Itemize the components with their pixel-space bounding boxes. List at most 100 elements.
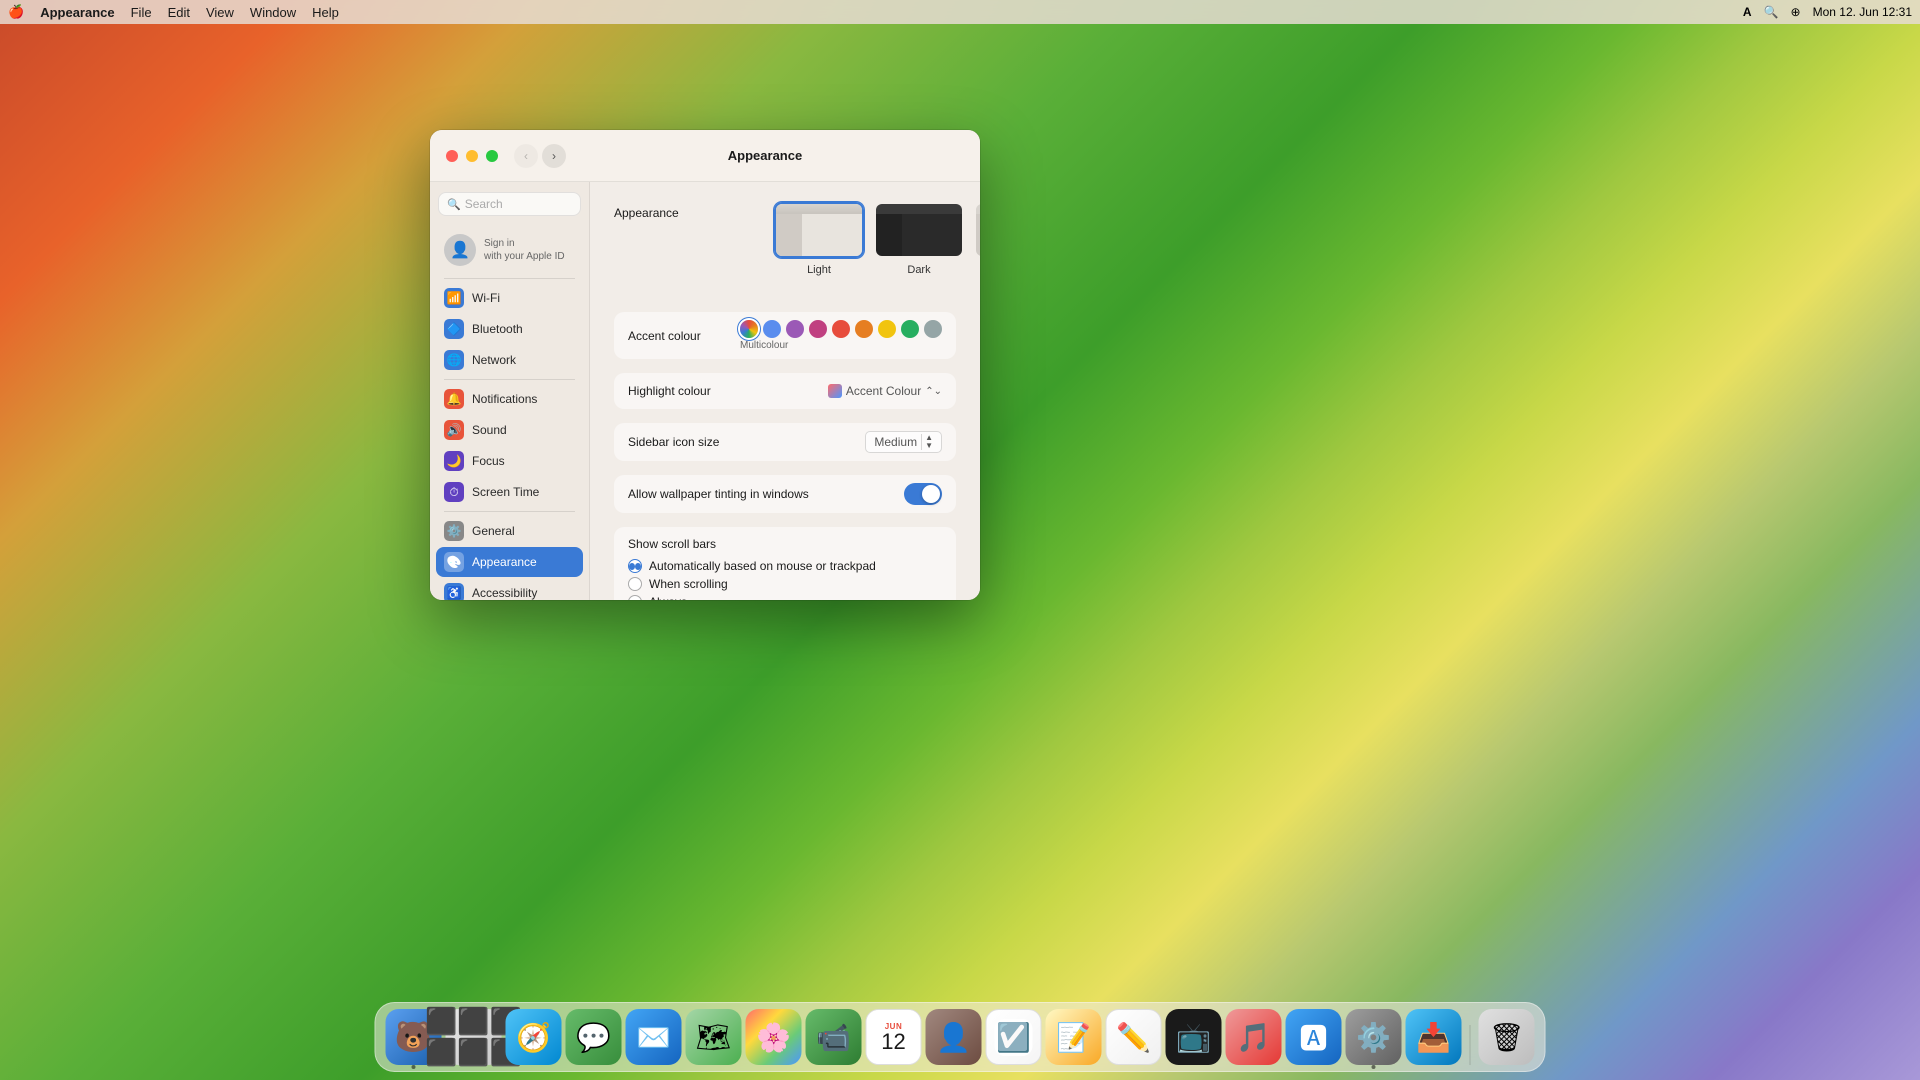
control-center-icon[interactable]: ⊕ [1791, 5, 1801, 19]
search-icon[interactable]: 🔍 [1764, 5, 1779, 19]
menu-view[interactable]: View [206, 5, 234, 20]
sidebar-item-sound[interactable]: 🔊 Sound [436, 415, 583, 445]
menu-window[interactable]: Window [250, 5, 296, 20]
app-name[interactable]: Appearance [40, 5, 114, 20]
yoink-icon: 📥 [1416, 1021, 1451, 1054]
dock: 🐻 ⬛⬛⬛⬛⬛⬛ 🧭 💬 ✉️ 🗺 🌸 📹 JUN 12 👤 ☑️ 📝 ✏️ [375, 1002, 1546, 1072]
scrollbars-radio-group: Automatically based on mouse or trackpad… [628, 559, 876, 600]
dock-item-music[interactable]: 🎵 [1226, 1009, 1282, 1065]
highlight-colour-group: Highlight colour Accent Colour ⌃⌄ [614, 373, 956, 409]
dock-item-reminders[interactable]: ☑️ [986, 1009, 1042, 1065]
main-content: Appearance Light [590, 182, 980, 600]
sidebar-item-apple-id[interactable]: 👤 Sign in with your Apple ID [436, 226, 583, 274]
dock-item-contacts[interactable]: 👤 [926, 1009, 982, 1065]
sidebar-item-general[interactable]: ⚙️ General [436, 516, 583, 546]
appearance-option-light[interactable]: Light [774, 202, 864, 276]
dock-item-photos[interactable]: 🌸 [746, 1009, 802, 1065]
dock-item-appstore[interactable]: 🅰 [1286, 1009, 1342, 1065]
accent-dot-red[interactable] [832, 320, 850, 338]
sidebar-item-screentime[interactable]: ⏱ Screen Time [436, 477, 583, 507]
appearance-option-dark[interactable]: Dark [874, 202, 964, 276]
dock-item-yoink[interactable]: 📥 [1406, 1009, 1462, 1065]
screentime-icon: ⏱ [444, 482, 464, 502]
appearance-option-auto[interactable]: Auto [974, 202, 980, 276]
system-settings-window: ‹ › Appearance 🔍 👤 Sign in with your App… [430, 130, 980, 600]
minimize-button[interactable] [466, 150, 478, 162]
accent-dot-blue[interactable] [763, 320, 781, 338]
sidebar-icon-size-value[interactable]: Medium ▲ ▼ [865, 431, 942, 453]
sidebar-item-notifications[interactable]: 🔔 Notifications [436, 384, 583, 414]
wallpaper-tinting-row: Allow wallpaper tinting in windows [614, 475, 956, 513]
scrollbars-when-scrolling[interactable]: When scrolling [628, 577, 876, 591]
accent-dot-green[interactable] [901, 320, 919, 338]
dock-item-calendar[interactable]: JUN 12 [866, 1009, 922, 1065]
sidebar-item-accessibility[interactable]: ♿ Accessibility [436, 578, 583, 600]
input-source-icon[interactable]: A [1743, 5, 1752, 19]
search-input[interactable] [465, 197, 572, 211]
sidebar-item-network[interactable]: 🌐 Network [436, 345, 583, 375]
appletv-icon: 📺 [1176, 1021, 1211, 1054]
sidebar-item-wifi[interactable]: 📶 Wi-Fi [436, 283, 583, 313]
highlight-colour-value[interactable]: Accent Colour ⌃⌄ [828, 384, 942, 398]
apple-id-sublabel: with your Apple ID [484, 250, 565, 263]
section-divider [444, 278, 575, 279]
dock-item-safari[interactable]: 🧭 [506, 1009, 562, 1065]
menubar: 🍎 Appearance File Edit View Window Help … [0, 0, 1920, 24]
maps-icon: 🗺 [696, 1021, 732, 1054]
auto-thumbnail [974, 202, 980, 258]
dock-item-notes[interactable]: 📝 [1046, 1009, 1102, 1065]
stepper-down[interactable]: ▼ [925, 442, 933, 450]
forward-button[interactable]: › [542, 144, 566, 168]
dock-divider [1470, 1025, 1471, 1065]
sidebar-label-focus: Focus [472, 454, 505, 468]
accent-dot-pink[interactable] [809, 320, 827, 338]
dark-label: Dark [907, 264, 930, 276]
apple-menu[interactable]: 🍎 [8, 4, 24, 20]
dock-item-trash[interactable]: 🗑 [1479, 1009, 1535, 1065]
sidebar-item-focus[interactable]: 🌙 Focus [436, 446, 583, 476]
menu-edit[interactable]: Edit [168, 5, 190, 20]
dock-item-mail[interactable]: ✉️ [626, 1009, 682, 1065]
avatar: 👤 [444, 234, 476, 266]
dock-item-launchpad[interactable]: ⬛⬛⬛⬛⬛⬛ [446, 1009, 502, 1065]
maximize-button[interactable] [486, 150, 498, 162]
sidebar-icon-size-group: Sidebar icon size Medium ▲ ▼ [614, 423, 956, 461]
sidebar-item-bluetooth[interactable]: 🔷 Bluetooth [436, 314, 583, 344]
sidebar-label-appearance: Appearance [472, 555, 537, 569]
accent-dot-purple[interactable] [786, 320, 804, 338]
highlight-colour-row: Highlight colour Accent Colour ⌃⌄ [614, 373, 956, 409]
wallpaper-tinting-toggle[interactable] [904, 483, 942, 505]
dock-item-messages[interactable]: 💬 [566, 1009, 622, 1065]
close-button[interactable] [446, 150, 458, 162]
accent-dot-yellow[interactable] [878, 320, 896, 338]
accent-colors [740, 320, 942, 338]
scrollbars-auto[interactable]: Automatically based on mouse or trackpad [628, 559, 876, 573]
scrollbars-always[interactable]: Always [628, 595, 876, 600]
dock-item-freeform[interactable]: ✏️ [1106, 1009, 1162, 1065]
accent-dot-graphite[interactable] [924, 320, 942, 338]
scrollbars-scrolling-label: When scrolling [649, 577, 728, 591]
show-scrollbars-label: Show scroll bars [628, 537, 716, 551]
highlight-colour-label: Highlight colour [628, 384, 828, 398]
dock-item-syspreferences[interactable]: ⚙️ [1346, 1009, 1402, 1065]
menu-help[interactable]: Help [312, 5, 339, 20]
window-title: Appearance [566, 148, 964, 163]
light-thumbnail [774, 202, 864, 258]
sidebar-label-network: Network [472, 353, 516, 367]
notifications-icon: 🔔 [444, 389, 464, 409]
sidebar-icon-size-text: Medium [874, 435, 917, 449]
sidebar-item-appearance[interactable]: 🎨 Appearance [436, 547, 583, 577]
focus-icon: 🌙 [444, 451, 464, 471]
scrollbars-always-label: Always [649, 595, 687, 600]
menu-file[interactable]: File [131, 5, 152, 20]
scrollbars-auto-radio [628, 559, 642, 573]
window-body: 🔍 👤 Sign in with your Apple ID 📶 Wi-Fi [430, 182, 980, 600]
dock-item-maps[interactable]: 🗺 [686, 1009, 742, 1065]
wallpaper-tinting-label: Allow wallpaper tinting in windows [628, 487, 904, 501]
accent-dot-orange[interactable] [855, 320, 873, 338]
back-button[interactable]: ‹ [514, 144, 538, 168]
dock-item-appletv[interactable]: 📺 [1166, 1009, 1222, 1065]
dock-item-facetime[interactable]: 📹 [806, 1009, 862, 1065]
accent-dot-multicolor[interactable] [740, 320, 758, 338]
search-bar[interactable]: 🔍 [438, 192, 581, 216]
